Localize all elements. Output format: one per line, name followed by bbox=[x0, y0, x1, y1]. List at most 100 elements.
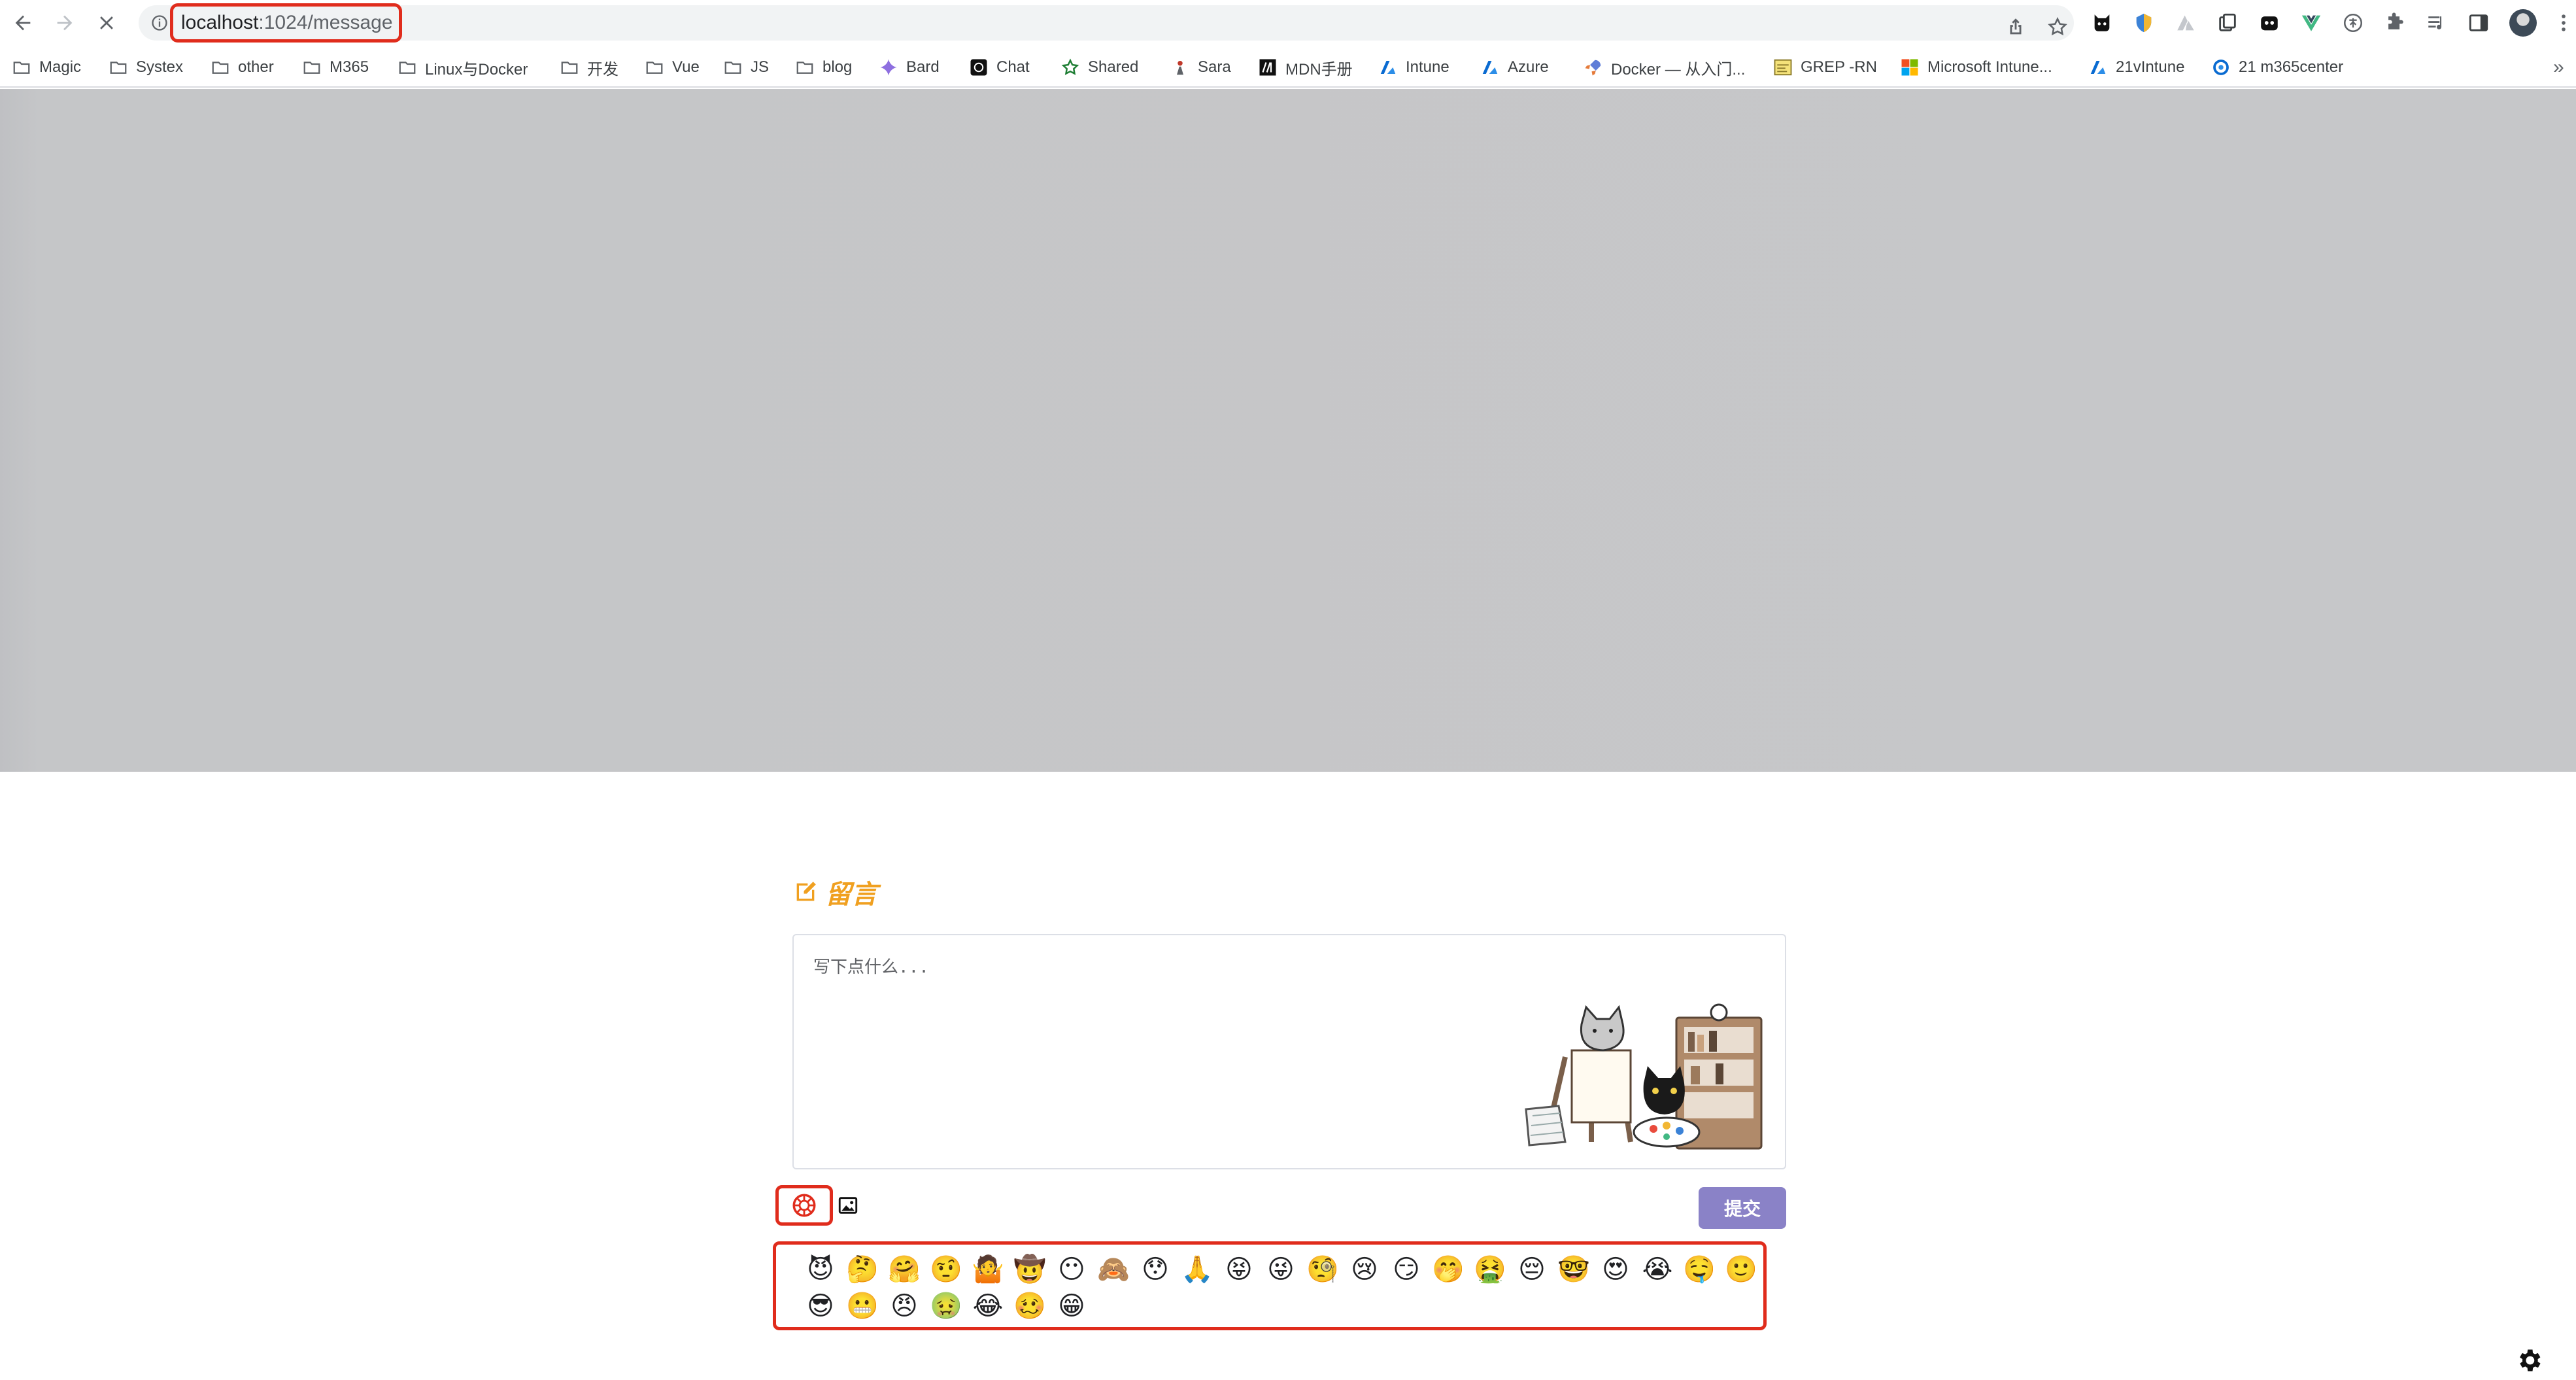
extension-translate-icon[interactable] bbox=[2341, 10, 2365, 35]
emoji-toggle-button[interactable] bbox=[775, 1185, 833, 1226]
bookmark-label: Azure bbox=[1508, 58, 1549, 76]
edit-icon bbox=[796, 882, 816, 901]
folder-icon bbox=[302, 58, 322, 77]
bookmark-15[interactable]: Intune bbox=[1378, 47, 1449, 88]
emoji-item[interactable]: 😭 bbox=[1636, 1251, 1678, 1288]
emoji-item[interactable]: 🤤 bbox=[1678, 1251, 1720, 1288]
folder-icon bbox=[795, 58, 815, 77]
bookmark-21[interactable]: 21 m365center bbox=[2211, 47, 2343, 88]
bookmark-3[interactable]: other bbox=[211, 47, 274, 88]
image-upload-icon[interactable] bbox=[837, 1194, 859, 1216]
emoji-item[interactable]: 🤮 bbox=[1469, 1251, 1511, 1288]
bookmark-11[interactable]: Chat bbox=[969, 47, 1030, 88]
address-bar[interactable] bbox=[139, 5, 2074, 41]
bard-icon bbox=[879, 58, 898, 77]
share-icon[interactable] bbox=[2005, 16, 2027, 38]
bookmark-20[interactable]: 21vIntune bbox=[2088, 47, 2184, 88]
emoji-item[interactable]: 😏 bbox=[1385, 1251, 1427, 1288]
emoji-item[interactable]: 😎 bbox=[800, 1288, 841, 1324]
emoji-item[interactable]: 😠 bbox=[883, 1288, 925, 1324]
emoji-item[interactable]: 😯 bbox=[1134, 1251, 1176, 1288]
bookmark-19[interactable]: Microsoft Intune... bbox=[1900, 47, 2052, 88]
extension-copy-icon[interactable] bbox=[2215, 10, 2240, 35]
azure-icon bbox=[1480, 58, 1500, 77]
star-icon bbox=[1060, 58, 1080, 77]
emoji-item[interactable]: 🙈 bbox=[1093, 1251, 1134, 1288]
emoji-item[interactable]: 😍 bbox=[1595, 1251, 1636, 1288]
emoji-item[interactable]: 🙏 bbox=[1176, 1251, 1218, 1288]
url-text[interactable]: localhost:1024/message bbox=[170, 3, 402, 43]
extension-cat-icon[interactable] bbox=[2090, 10, 2114, 35]
emoji-item[interactable]: 🤷 bbox=[967, 1251, 1009, 1288]
gear-icon[interactable] bbox=[2515, 1346, 2543, 1375]
bookmark-label: M365 bbox=[330, 58, 369, 76]
emoji-item[interactable]: 🤢 bbox=[925, 1288, 967, 1324]
emoji-item[interactable]: 😁 bbox=[1051, 1288, 1093, 1324]
emoji-item[interactable]: 🤔 bbox=[841, 1251, 883, 1288]
emoji-item[interactable]: 🙂 bbox=[1720, 1251, 1762, 1288]
side-panel-icon[interactable] bbox=[2466, 10, 2491, 35]
bookmark-17[interactable]: Docker — 从入门... bbox=[1584, 47, 1745, 88]
bookmarks-overflow-chevron-icon[interactable]: » bbox=[2553, 56, 2564, 78]
emoji-item[interactable]: 😶 bbox=[1051, 1251, 1093, 1288]
bookmark-label: Bard bbox=[906, 58, 940, 76]
bookmark-label: Systex bbox=[136, 58, 184, 76]
extension-vue-devtools-icon[interactable] bbox=[2299, 10, 2324, 35]
bookmark-13[interactable]: Sara bbox=[1170, 47, 1231, 88]
message-editor bbox=[792, 934, 1786, 1169]
emoji-item[interactable]: 😬 bbox=[841, 1288, 883, 1324]
forward-button[interactable] bbox=[50, 8, 80, 38]
emoji-item[interactable]: 🤗 bbox=[883, 1251, 925, 1288]
extensions-puzzle-icon[interactable] bbox=[2382, 10, 2407, 35]
bookmark-7[interactable]: Vue bbox=[645, 47, 700, 88]
star-bookmark-icon[interactable] bbox=[2046, 16, 2069, 38]
profile-avatar[interactable] bbox=[2509, 9, 2537, 37]
m365-icon bbox=[2211, 58, 2231, 77]
emoji-item[interactable]: 😝 bbox=[1218, 1251, 1260, 1288]
emoji-item[interactable]: 😜 bbox=[1260, 1251, 1302, 1288]
emoji-item[interactable]: 😔 bbox=[1511, 1251, 1553, 1288]
emoji-item[interactable]: 🤨 bbox=[925, 1251, 967, 1288]
folder-icon bbox=[645, 58, 664, 77]
stop-loading-button[interactable] bbox=[92, 8, 122, 38]
submit-button[interactable]: 提交 bbox=[1699, 1187, 1786, 1229]
bookmark-12[interactable]: Shared bbox=[1060, 47, 1138, 88]
extension-triangle-icon[interactable] bbox=[2173, 10, 2198, 35]
message-textarea[interactable] bbox=[794, 935, 1785, 1168]
bookmark-10[interactable]: Bard bbox=[879, 47, 940, 88]
bookmark-label: Docker — 从入门... bbox=[1611, 60, 1746, 78]
info-icon[interactable] bbox=[150, 14, 169, 32]
emoji-item[interactable]: 🤓 bbox=[1553, 1251, 1595, 1288]
emoji-item[interactable]: 🥴 bbox=[1009, 1288, 1051, 1324]
bookmark-2[interactable]: Systex bbox=[109, 47, 183, 88]
page-banner bbox=[0, 89, 2576, 772]
bookmark-label: blog bbox=[822, 58, 853, 76]
bookmark-label: Shared bbox=[1088, 58, 1139, 76]
bookmark-8[interactable]: JS bbox=[723, 47, 769, 88]
extension-bot-icon[interactable] bbox=[2257, 10, 2282, 35]
emoji-item[interactable]: 🧐 bbox=[1302, 1251, 1344, 1288]
folder-icon bbox=[398, 58, 417, 77]
bookmark-16[interactable]: Azure bbox=[1480, 47, 1549, 88]
extension-shield-icon[interactable] bbox=[2131, 10, 2156, 35]
bookmark-14[interactable]: MDN手册 bbox=[1258, 47, 1353, 88]
emoji-item[interactable]: 🤠 bbox=[1009, 1251, 1051, 1288]
bookmark-label: Intune bbox=[1406, 58, 1449, 76]
emoji-item[interactable]: 😂 bbox=[967, 1288, 1009, 1324]
bookmark-18[interactable]: GREP -RN bbox=[1773, 47, 1877, 88]
reading-list-icon[interactable] bbox=[2424, 10, 2449, 35]
menu-kebab-icon[interactable] bbox=[2551, 10, 2576, 35]
emoji-item[interactable]: 😈 bbox=[800, 1251, 841, 1288]
grep-icon bbox=[1773, 58, 1793, 77]
mdn-icon bbox=[1258, 58, 1278, 77]
bookmark-6[interactable]: 开发 bbox=[560, 47, 619, 88]
emoji-item[interactable]: 😢 bbox=[1344, 1251, 1385, 1288]
bookmark-1[interactable]: Magic bbox=[12, 47, 81, 88]
bookmark-4[interactable]: M365 bbox=[302, 47, 369, 88]
bookmark-9[interactable]: blog bbox=[795, 47, 852, 88]
bookmark-label: 21vIntune bbox=[2116, 58, 2185, 76]
emoji-item[interactable]: 🤭 bbox=[1427, 1251, 1469, 1288]
bookmark-5[interactable]: Linux与Docker bbox=[398, 47, 528, 88]
emoji-picker-panel: 😈 🤔 🤗 🤨 🤷 🤠 😶 🙈 😯 🙏 😝 😜 🧐 😢 😏 🤭 🤮 😔 🤓 😍 😭 🤤 🙂 😎 😬 😠 🤢 😂 🥴 😁 bbox=[773, 1241, 1767, 1330]
back-button[interactable] bbox=[8, 8, 38, 38]
